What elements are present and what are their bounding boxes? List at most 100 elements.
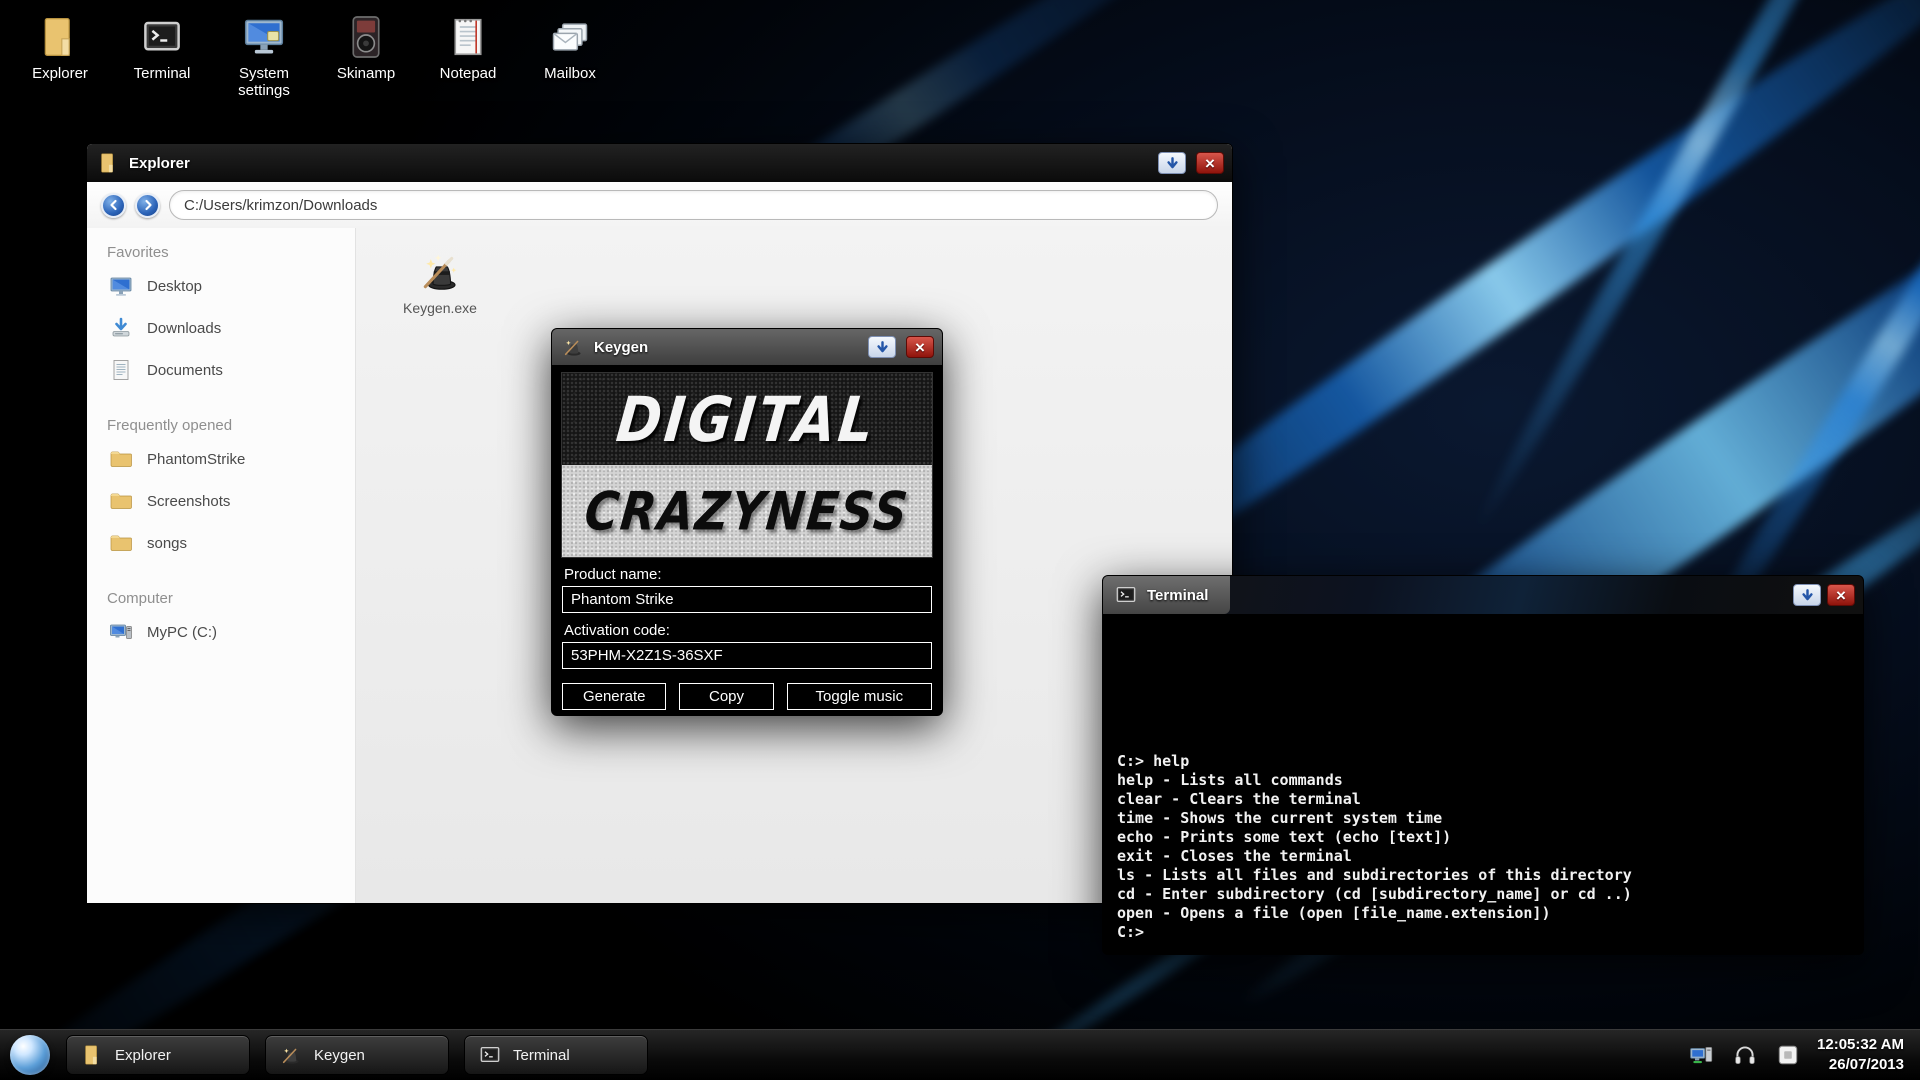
close-icon[interactable]: ×	[906, 336, 934, 358]
folder-icon	[97, 152, 119, 174]
computer-icon	[109, 620, 133, 644]
minimize-button[interactable]	[1158, 152, 1186, 174]
banner-bottom-band: CRAZYNESS	[562, 465, 932, 557]
sidebar-item-label: MyPC (C:)	[147, 624, 217, 641]
clock-date: 26/07/2013	[1817, 1055, 1904, 1075]
desktop-icon-skinamp[interactable]: Skinamp	[320, 14, 412, 100]
explorer-toolbar	[87, 182, 1232, 228]
sidebar-item-screenshots[interactable]: Screenshots	[103, 480, 355, 522]
sidebar-item-label: Downloads	[147, 320, 221, 337]
terminal-icon	[139, 14, 185, 60]
toggle-music-button[interactable]: Toggle music	[787, 683, 932, 710]
terminal-line: cd - Enter subdirectory (cd [subdirector…	[1117, 885, 1849, 904]
desktop-wallpaper: Explorer Terminal System settings Skinam…	[0, 0, 1920, 1080]
minimize-button[interactable]	[868, 336, 896, 358]
terminal-line: echo - Prints some text (echo [text])	[1117, 828, 1849, 847]
terminal-title-tab: Terminal	[1103, 576, 1230, 614]
taskbar-button-label: Explorer	[115, 1047, 171, 1064]
headphones-icon[interactable]	[1732, 1042, 1758, 1068]
sidebar-item-downloads[interactable]: Downloads	[103, 307, 355, 349]
taskbar: Explorer Keygen Terminal 1	[0, 1029, 1920, 1080]
terminal-line: C:>	[1117, 923, 1849, 942]
magic-hat-icon	[418, 250, 462, 294]
generate-button[interactable]: Generate	[562, 683, 666, 710]
sidebar-item-songs[interactable]: songs	[103, 522, 355, 564]
file-name: Keygen.exe	[403, 300, 477, 316]
file-keygen-exe[interactable]: Keygen.exe	[380, 244, 500, 322]
terminal-output: C:> help help - Lists all commands clear…	[1117, 752, 1849, 942]
start-button[interactable]	[10, 1035, 50, 1075]
terminal-window: Terminal × C:> help help - Lists all com…	[1102, 575, 1864, 955]
desktop-icon-label: Explorer	[32, 65, 88, 82]
notepad-icon	[445, 14, 491, 60]
window-title: Keygen	[594, 339, 648, 356]
system-settings-icon	[241, 14, 287, 60]
taskbar-button-terminal[interactable]: Terminal	[464, 1035, 648, 1075]
desktop-monitor-icon	[109, 274, 133, 298]
sidebar-section-header: Computer	[107, 590, 355, 607]
window-title: Explorer	[129, 155, 190, 172]
taskbar-button-keygen[interactable]: Keygen	[265, 1035, 449, 1075]
sidebar-section-header: Frequently opened	[107, 417, 355, 434]
sidebar-item-desktop[interactable]: Desktop	[103, 265, 355, 307]
mailbox-icon	[547, 14, 593, 60]
terminal-line: clear - Clears the terminal	[1117, 790, 1849, 809]
explorer-titlebar[interactable]: Explorer ×	[87, 144, 1232, 182]
back-button[interactable]	[101, 193, 126, 218]
terminal-console[interactable]: C:> help help - Lists all commands clear…	[1103, 614, 1863, 955]
banner-top-band: DIGITAL	[562, 373, 932, 465]
sidebar-item-phantomstrike[interactable]: PhantomStrike	[103, 438, 355, 480]
desktop-icon-notepad[interactable]: Notepad	[422, 14, 514, 100]
terminal-line: help - Lists all commands	[1117, 771, 1849, 790]
close-icon[interactable]: ×	[1827, 584, 1855, 606]
terminal-titlebar[interactable]: Terminal ×	[1103, 576, 1863, 614]
terminal-line: open - Opens a file (open [file_name.ext…	[1117, 904, 1849, 923]
sidebar-item-label: Documents	[147, 362, 223, 379]
desktop-icon-system-settings[interactable]: System settings	[218, 14, 310, 100]
network-computer-icon[interactable]	[1689, 1042, 1715, 1068]
desktop-icon-grid: Explorer Terminal System settings Skinam…	[14, 14, 616, 100]
sidebar-item-mypc[interactable]: MyPC (C:)	[103, 611, 355, 653]
minimize-button[interactable]	[1793, 584, 1821, 606]
window-title: Terminal	[1147, 587, 1208, 604]
taskbar-button-label: Keygen	[314, 1047, 365, 1064]
desktop-icon-label: System settings	[218, 65, 310, 100]
wallpaper-beam	[1464, 0, 1920, 539]
system-tray	[1689, 1042, 1801, 1068]
terminal-line: ls - Lists all files and subdirectories …	[1117, 866, 1849, 885]
activation-code-field[interactable]	[562, 642, 932, 669]
magic-hat-icon	[562, 336, 584, 358]
keygen-body: DIGITAL CRAZYNESS Product name: Activati…	[552, 365, 942, 720]
banner-word-crazyness: CRAZYNESS	[582, 480, 913, 542]
product-name-field[interactable]	[562, 586, 932, 613]
keyboard-key-icon[interactable]	[1775, 1042, 1801, 1068]
download-icon	[109, 316, 133, 340]
desktop-icon-mailbox[interactable]: Mailbox	[524, 14, 616, 100]
folder-icon	[109, 447, 133, 471]
terminal-icon	[479, 1044, 501, 1066]
document-icon	[109, 358, 133, 382]
desktop-icon-terminal[interactable]: Terminal	[116, 14, 208, 100]
keygen-button-row: Generate Copy Toggle music	[562, 683, 932, 710]
keygen-titlebar[interactable]: Keygen ×	[552, 329, 942, 365]
copy-button[interactable]: Copy	[679, 683, 773, 710]
forward-button[interactable]	[135, 193, 160, 218]
keygen-banner: DIGITAL CRAZYNESS	[562, 373, 932, 557]
keygen-window: Keygen × DIGITAL CRAZYNESS Product name:…	[551, 328, 943, 716]
desktop-icon-label: Terminal	[134, 65, 191, 82]
desktop-icon-explorer[interactable]: Explorer	[14, 14, 106, 100]
sidebar-section-header: Favorites	[107, 244, 355, 261]
taskbar-button-explorer[interactable]: Explorer	[66, 1035, 250, 1075]
banner-word-digital: DIGITAL	[614, 383, 881, 455]
sidebar-item-documents[interactable]: Documents	[103, 349, 355, 391]
close-icon[interactable]: ×	[1196, 152, 1224, 174]
taskbar-clock: 12:05:32 AM 26/07/2013	[1817, 1035, 1904, 1076]
terminal-line: time - Shows the current system time	[1117, 809, 1849, 828]
desktop-icon-label: Mailbox	[544, 65, 596, 82]
taskbar-button-label: Terminal	[513, 1047, 570, 1064]
folder-icon	[109, 531, 133, 555]
media-player-icon	[343, 14, 389, 60]
sidebar-item-label: songs	[147, 535, 187, 552]
folder-icon	[109, 489, 133, 513]
address-bar-input[interactable]	[169, 190, 1218, 220]
